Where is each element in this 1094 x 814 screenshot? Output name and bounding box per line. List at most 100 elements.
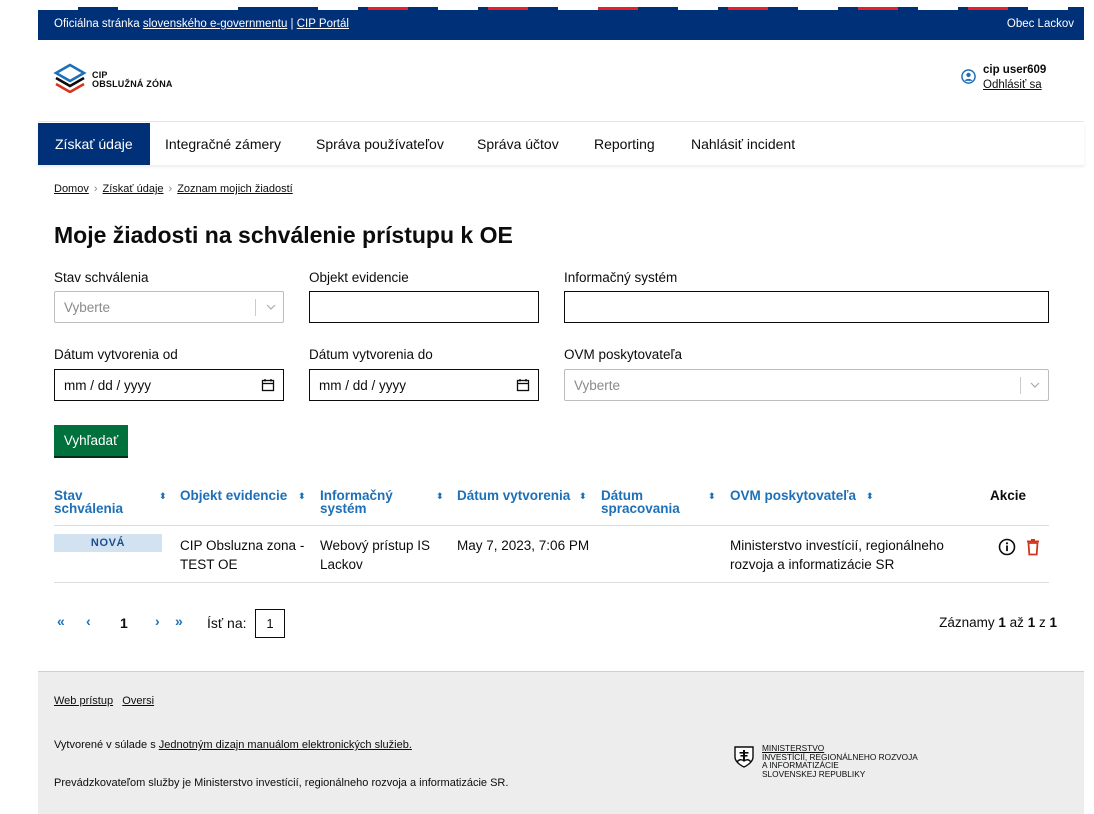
date-from-input[interactable]: mm / dd / yyyy: [54, 369, 284, 401]
ministry-name[interactable]: MINISTERSTVO INVESTÍCIÍ, REGIONÁLNEHO RO…: [762, 744, 918, 778]
footer-link-web-pristup[interactable]: Web prístup: [54, 695, 113, 707]
pagination-next[interactable]: ›: [155, 613, 160, 629]
th-system[interactable]: Informačný systém ⬍: [320, 489, 445, 516]
system-input[interactable]: [564, 291, 1049, 323]
ministry-line-4: SLOVENSKEJ REPUBLIKY: [762, 768, 866, 779]
chevron-down-icon: [266, 304, 276, 310]
records-to: 1: [1027, 615, 1036, 630]
sort-icon: ⬍: [159, 491, 167, 501]
row-ovm: Ministerstvo investícií, regionálneho ro…: [730, 536, 944, 574]
goto-page-input[interactable]: 1: [255, 609, 285, 638]
footer-manual: Vytvorené v súlade s Jednotným dizajn ma…: [54, 739, 412, 751]
breadcrumb-chevron-icon: ›: [168, 183, 173, 195]
date-to-label: Dátum vytvorenia do: [309, 347, 433, 362]
ministry-coat-of-arms-icon[interactable]: [733, 745, 755, 769]
ovm-placeholder: Vyberte: [574, 378, 621, 393]
sort-icon: ⬍: [708, 491, 716, 501]
sort-icon: ⬍: [866, 491, 874, 501]
footer-manual-prefix: Vytvorené v súlade s: [54, 739, 156, 751]
row-object: CIP Obsluzna zona - TEST OE: [180, 536, 304, 574]
footer-operator: Prevádzkovateľom služby je Ministerstvo …: [54, 777, 509, 789]
footer-link-oversi[interactable]: Oversi: [122, 695, 154, 707]
status-placeholder: Vyberte: [64, 300, 111, 315]
breadcrumb-home[interactable]: Domov: [54, 183, 89, 195]
row-created: May 7, 2023, 7:06 PM: [457, 538, 590, 553]
row-ovm-line1: Ministerstvo investícií, regionálneho: [730, 538, 944, 553]
user-avatar-icon: [961, 69, 976, 84]
select-divider: [255, 299, 256, 316]
date-from-label: Dátum vytvorenia od: [54, 347, 178, 362]
table-row-divider: [54, 582, 1049, 583]
calendar-icon[interactable]: [516, 378, 530, 392]
th-processed[interactable]: Dátum spracovania ⬍: [601, 489, 721, 516]
status-label: Stav schválenia: [54, 270, 149, 285]
breadcrumb: Domov › Získať údaje › Zoznam mojich žiadost…: [54, 183, 293, 195]
breadcrumb-chevron-icon: ›: [93, 183, 98, 195]
nav-item-sprava-pouzivatelov[interactable]: Správa používateľov: [299, 123, 461, 165]
search-button[interactable]: Vyhľadať: [54, 425, 128, 456]
gov-bar-separator: |: [290, 18, 294, 30]
row-system-line2: Lackov: [320, 557, 363, 572]
th-processed-line2: spracovania: [601, 501, 680, 516]
nav-divider: [38, 121, 1084, 122]
records-from: 1: [998, 615, 1006, 630]
nav-item-sprava-uctov[interactable]: Správa účtov: [460, 123, 576, 165]
info-icon[interactable]: [998, 538, 1016, 556]
nav-item-nahlasit-incident[interactable]: Nahlásiť incident: [674, 123, 812, 165]
pagination-first[interactable]: «: [57, 613, 65, 629]
logo-text[interactable]: CIP OBSLUŽNÁ ZÓNA: [92, 71, 173, 89]
th-status[interactable]: Stav schválenia ⬍: [54, 489, 169, 516]
pagination-last[interactable]: »: [175, 613, 183, 629]
pagination-prev[interactable]: ‹: [86, 613, 91, 629]
row-object-line1: CIP Obsluzna zona -: [180, 538, 305, 553]
date-from-value: mm / dd / yyyy: [64, 378, 152, 393]
breadcrumb-current[interactable]: Zoznam mojich žiadostí: [177, 183, 293, 195]
status-badge: NOVÁ: [54, 534, 162, 552]
th-ovm[interactable]: OVM poskytovateľa ⬍: [730, 489, 880, 503]
logout-link[interactable]: Odhlásiť sa: [983, 79, 1042, 91]
logo-line-2: OBSLUŽNÁ ZÓNA: [92, 79, 173, 89]
calendar-icon[interactable]: [261, 378, 275, 392]
user-name: cip user609: [983, 64, 1047, 76]
cip-logo-icon[interactable]: [52, 63, 88, 93]
footer-links: Web prístup Oversi: [54, 695, 154, 707]
nav-item-integracne-zamery[interactable]: Integračné zámery: [148, 123, 298, 165]
breadcrumb-ziskat-udaje[interactable]: Získať údaje: [103, 183, 164, 195]
main-nav: Získať údaje Integračné zámery Správa po…: [38, 123, 1084, 165]
nav-item-ziskat-udaje[interactable]: Získať údaje: [38, 123, 150, 165]
footer-manual-link[interactable]: Jednotným dizajn manuálom elektronických…: [159, 739, 412, 751]
ovm-select[interactable]: Vyberte: [564, 369, 1049, 401]
table-header-divider: [54, 525, 1049, 526]
goto-label: Ísť na:: [207, 615, 247, 631]
records-summary: Záznamy 1 až 1 z 1: [939, 615, 1057, 630]
page: Oficiálna stránka slovenského e-governme…: [0, 0, 1094, 814]
th-object-label: Objekt evidencie: [180, 488, 288, 503]
gov-egov-link[interactable]: slovenského e-governmentu: [143, 18, 287, 30]
sort-icon: ⬍: [298, 491, 306, 501]
records-mid: až: [1009, 615, 1024, 630]
row-object-line2: TEST OE: [180, 557, 238, 572]
row-ovm-line2: rozvoja a informatizácie SR: [730, 557, 895, 572]
flag-stripes: [38, 7, 1084, 10]
object-input[interactable]: [309, 291, 539, 323]
system-label: Informačný systém: [564, 270, 678, 285]
nav-item-reporting[interactable]: Reporting: [577, 123, 672, 165]
records-prefix: Záznamy: [939, 615, 995, 630]
status-select[interactable]: Vyberte: [54, 291, 284, 323]
pagination-current[interactable]: 1: [120, 615, 128, 631]
records-of: z: [1038, 615, 1046, 630]
object-label: Objekt evidencie: [309, 270, 409, 285]
cip-portal-link[interactable]: CIP Portál: [297, 18, 349, 30]
user-box: cip user609 Odhlásiť sa: [959, 64, 1055, 96]
delete-trash-icon[interactable]: [1024, 538, 1042, 556]
th-created[interactable]: Dátum vytvorenia ⬍: [457, 488, 592, 503]
row-system-line1: Webový prístup IS: [320, 538, 431, 553]
records-total: 1: [1049, 615, 1057, 630]
date-to-input[interactable]: mm / dd / yyyy: [309, 369, 539, 401]
row-system: Webový prístup IS Lackov: [320, 536, 430, 574]
th-created-label: Dátum vytvorenia: [457, 488, 571, 503]
gov-bar-text: Oficiálna stránka slovenského e-governme…: [54, 18, 349, 30]
th-status-line2: schválenia: [54, 501, 124, 516]
sort-icon: ⬍: [436, 491, 444, 501]
th-object[interactable]: Objekt evidencie ⬍: [180, 488, 310, 503]
